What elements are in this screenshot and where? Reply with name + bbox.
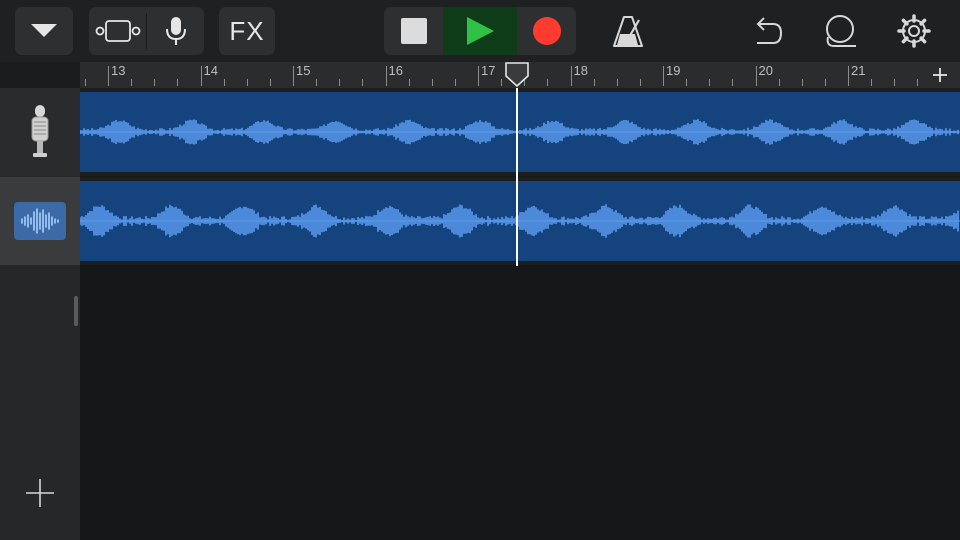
add-section-button[interactable] <box>920 62 960 88</box>
add-track-button[interactable] <box>20 473 60 513</box>
ruler-bar-tick <box>663 66 664 86</box>
audio-region[interactable] <box>80 92 960 172</box>
waveform <box>80 119 960 145</box>
settings-button[interactable] <box>893 10 935 52</box>
ruler-bar-number: 14 <box>203 63 218 78</box>
stop-button[interactable] <box>384 7 443 55</box>
ruler-bar-tick <box>293 66 294 86</box>
ruler-beat-tick <box>362 79 364 86</box>
tracks-area[interactable] <box>80 88 960 540</box>
ruler-beat-tick <box>501 79 503 86</box>
ruler-beat-tick <box>408 79 410 86</box>
ruler-bar-tick <box>108 66 109 86</box>
ruler-beat-tick <box>639 79 641 86</box>
ruler-bar-number: 21 <box>851 63 866 78</box>
scroll-thumb[interactable] <box>74 296 78 326</box>
ruler-bar-number: 13 <box>111 63 126 78</box>
ruler-bar-number: 17 <box>481 63 496 78</box>
ruler-beat-tick <box>593 79 595 86</box>
metronome-icon <box>613 16 643 47</box>
ruler-beat-tick <box>894 79 896 86</box>
microphone-icon <box>165 17 186 45</box>
track-header-microphone[interactable] <box>0 88 80 176</box>
ruler-bar-number: 15 <box>296 63 311 78</box>
track-lane-audio[interactable] <box>80 177 960 265</box>
plus-icon <box>26 479 54 507</box>
play-button[interactable] <box>443 7 517 55</box>
track-lane-microphone[interactable] <box>80 88 960 176</box>
ruler-beat-tick <box>778 79 780 86</box>
ruler-bar-tick <box>385 66 387 86</box>
stop-icon <box>400 18 427 44</box>
loop-icon <box>826 15 856 47</box>
fx-label: FX <box>229 15 265 46</box>
undo-button[interactable] <box>746 10 788 52</box>
microphone-settings-button[interactable] <box>147 7 204 55</box>
audio-region[interactable] <box>80 181 960 261</box>
view-mode-group <box>89 7 204 55</box>
undo-icon <box>756 17 783 44</box>
ruler-beat-tick <box>431 79 433 86</box>
ruler-bar-number: 18 <box>573 63 588 78</box>
ruler-beat-tick <box>339 79 341 86</box>
ruler-bar-tick <box>848 66 849 86</box>
ruler-beat-tick <box>154 79 156 86</box>
ruler-beat-tick <box>616 79 618 86</box>
ruler-beat-tick <box>709 79 711 86</box>
ruler-beat-tick <box>223 79 225 86</box>
ruler-beat-tick <box>246 79 248 86</box>
waveform-icon <box>21 208 59 234</box>
plus-icon <box>933 68 947 82</box>
ruler-beat-tick <box>824 79 826 86</box>
ruler-beat-tick <box>871 79 873 86</box>
transport-controls <box>384 7 576 55</box>
record-icon <box>532 17 561 45</box>
ruler-beat-tick <box>454 79 456 86</box>
playhead-handle[interactable] <box>504 62 530 88</box>
loop-button[interactable] <box>819 10 861 52</box>
ruler-beat-tick <box>177 79 179 86</box>
play-icon <box>467 17 494 45</box>
ruler-bar-number: 20 <box>758 63 773 78</box>
control-bar: FX <box>0 0 960 62</box>
waveform-icon-tile <box>14 202 66 240</box>
ruler-beat-tick <box>686 79 688 86</box>
waveform <box>80 204 960 238</box>
gear-icon <box>897 14 931 48</box>
tracks-view-icon <box>95 20 140 42</box>
ruler-beat-tick <box>84 79 86 86</box>
chevron-down-icon <box>31 24 57 37</box>
ruler-bar-tick <box>755 66 757 86</box>
ruler-bar-tick <box>570 66 572 86</box>
record-button[interactable] <box>517 7 576 55</box>
fx-button[interactable]: FX <box>219 7 275 55</box>
ruler-bar-number: 16 <box>388 63 403 78</box>
ruler-bar-tick <box>200 66 202 86</box>
playhead-line <box>516 88 518 266</box>
menu-button[interactable] <box>15 7 73 55</box>
ruler-beat-tick <box>732 79 734 86</box>
ruler-beat-tick <box>269 79 271 86</box>
ruler-bar-number: 19 <box>666 63 681 78</box>
ruler-bar-tick <box>478 66 479 86</box>
ruler-beat-tick <box>131 79 133 86</box>
track-header-audio[interactable] <box>0 177 80 265</box>
ruler-beat-tick <box>917 79 919 86</box>
track-headers-column <box>0 88 80 540</box>
ruler-beat-tick <box>316 79 318 86</box>
metronome-button[interactable] <box>607 10 649 52</box>
ruler-beat-tick <box>801 79 803 86</box>
microphone-icon <box>31 105 49 157</box>
tracks-view-button[interactable] <box>89 7 146 55</box>
ruler-beat-tick <box>547 79 549 86</box>
